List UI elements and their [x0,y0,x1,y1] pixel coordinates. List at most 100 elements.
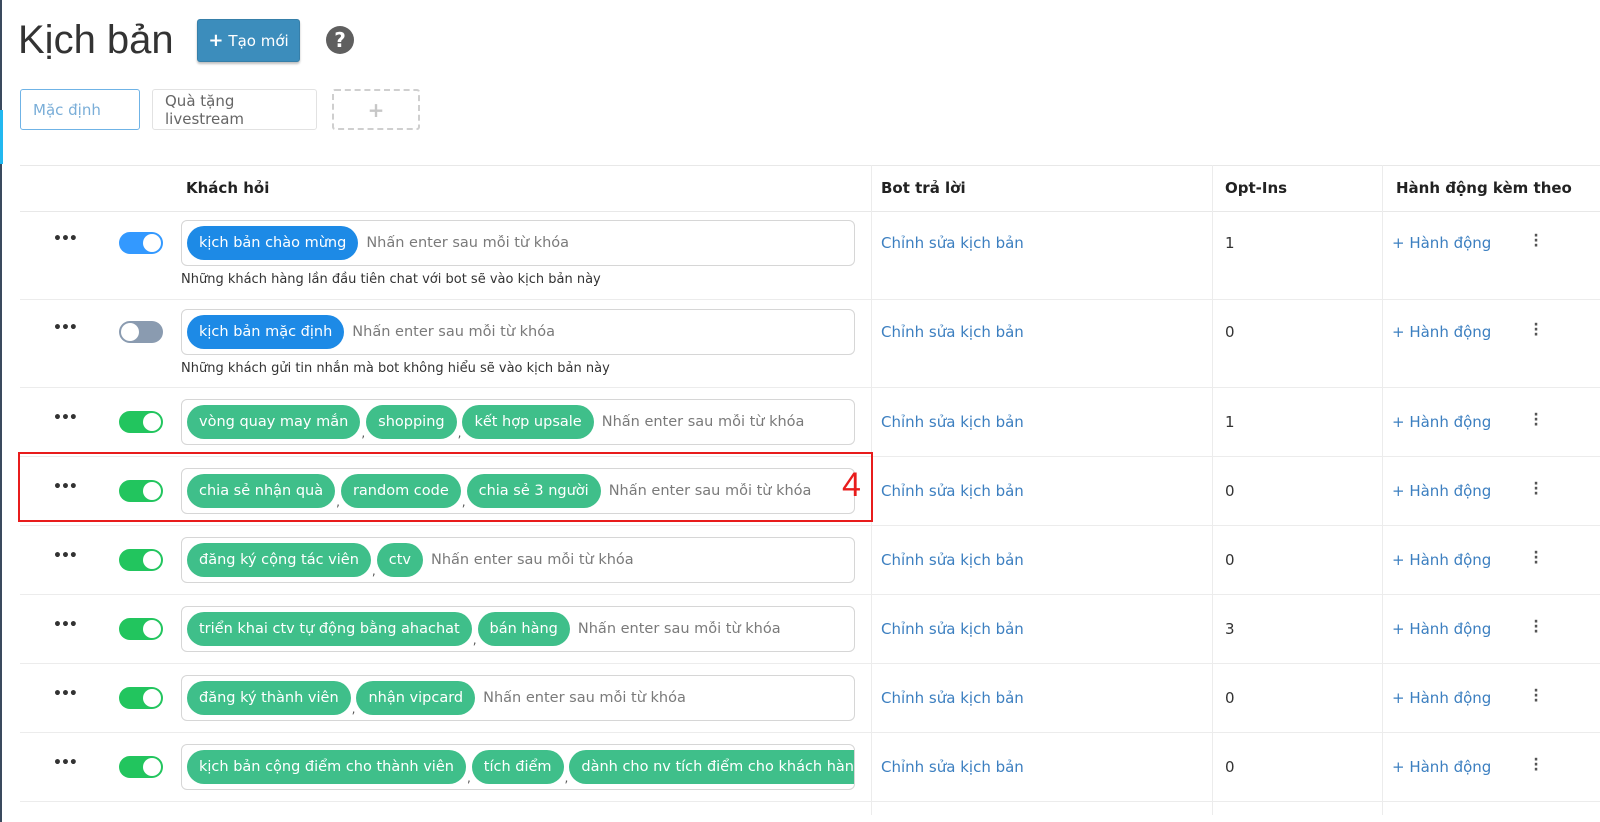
enable-toggle[interactable] [119,756,163,778]
highlight-box [18,452,873,522]
more-vertical-icon[interactable]: · · · [1532,753,1540,777]
toggle-knob [143,689,161,707]
keyword-input-box[interactable]: vòng quay may mắn, shopping, kết hợp upsal… [181,399,855,445]
table-row: ••• kịch bản mặc định Những khách gửi ti… [20,299,1600,388]
optins-count: 1 [1225,413,1235,431]
keyword-input-box[interactable]: kịch bản mặc định [181,309,855,355]
keyword-input-box[interactable]: đăng ký thành viên, nhận vipcard [181,675,855,721]
col-header-customer-asks: Khách hỏi [186,179,270,197]
enable-toggle[interactable] [119,549,163,571]
optins-count: 0 [1225,482,1235,500]
more-vertical-icon[interactable]: · · · [1532,318,1540,342]
toggle-knob [143,551,161,569]
keyword-input[interactable] [364,234,629,252]
page-title: Kịch bản [18,18,174,62]
keyword-tag[interactable]: kết hợp upsale [462,405,594,439]
plus-icon: + [208,29,224,51]
enable-toggle[interactable] [119,618,163,640]
keyword-tag[interactable]: kịch bản chào mừng [187,226,359,260]
create-new-button[interactable]: + Tạo mới [197,19,300,62]
keyword-input[interactable] [428,551,693,569]
keyword-tag[interactable]: triển khai ctv tự động bằng ahachat [187,612,472,646]
more-vertical-icon[interactable]: · · · [1532,229,1540,253]
more-vertical-icon[interactable]: · · · [1532,408,1540,432]
keyword-input-box[interactable]: kịch bản cộng điểm cho thành viên, tích đ… [181,744,855,790]
enable-toggle[interactable] [119,232,163,254]
keyword-tag[interactable]: đăng ký cộng tác viên [187,543,371,577]
toggle-knob [121,323,139,341]
tag-separator: , [371,564,376,578]
table-row: ••• đăng ký thành viên,nhận vipcard Chỉn… [20,663,1600,733]
add-action-link[interactable]: + Hành động [1392,323,1491,341]
enable-toggle[interactable] [119,321,163,343]
col-header-bot-reply: Bot trả lời [881,179,966,197]
table-row: ••• kịch bản chào mừng Những khách hàng … [20,210,1600,300]
add-action-link[interactable]: + Hành động [1392,689,1491,707]
toggle-knob [143,620,161,638]
enable-toggle[interactable] [119,411,163,433]
keyword-tag[interactable]: shopping [366,405,457,439]
add-action-link[interactable]: + Hành động [1392,620,1491,638]
keyword-input-box[interactable]: kịch bản chào mừng [181,220,855,266]
keyword-input[interactable] [481,689,746,707]
table-row: ••• vòng quay may mắn, shopping, kết hợp u… [20,387,1600,457]
edit-scenario-link[interactable]: Chỉnh sửa kịch bản [881,620,1024,638]
add-action-link[interactable]: + Hành động [1392,551,1491,569]
tab-livestream-gift[interactable]: Quà tặng livestream [152,89,317,130]
row-menu-icon[interactable]: ••• [53,686,78,702]
row-menu-icon[interactable]: ••• [53,320,78,336]
add-action-link[interactable]: + Hành động [1392,413,1491,431]
tag-separator: , [351,702,356,716]
keyword-input-box[interactable]: triển khai ctv tự động bằng ahachat, bán … [181,606,855,652]
more-vertical-icon[interactable]: · · · [1532,477,1540,501]
row-menu-icon[interactable]: ••• [53,617,78,633]
row-menu-icon[interactable]: ••• [53,231,78,247]
keyword-tag[interactable]: kịch bản mặc định [187,315,345,349]
keyword-tag[interactable]: ctv [376,543,423,577]
add-action-link[interactable]: + Hành động [1392,758,1491,776]
optins-count: 0 [1225,323,1235,341]
keyword-tag[interactable]: đăng ký thành viên [187,681,351,715]
tab-default[interactable]: Mặc định [20,89,140,130]
more-vertical-icon[interactable]: · · · [1532,615,1540,639]
create-new-label: Tạo mới [228,31,289,50]
optins-count: 3 [1225,620,1235,638]
scenario-description: Những khách hàng lần đầu tiên chat với b… [181,272,601,287]
row-menu-icon[interactable]: ••• [53,410,78,426]
edit-scenario-link[interactable]: Chỉnh sửa kịch bản [881,323,1024,341]
toggle-knob [143,234,161,252]
table-header: Khách hỏi Bot trả lời Opt-Ins Hành động … [20,165,1600,212]
keyword-input[interactable] [575,620,840,638]
keyword-tag[interactable]: bán hàng [477,612,570,646]
edit-scenario-link[interactable]: Chỉnh sửa kịch bản [881,689,1024,707]
keyword-input-box[interactable]: đăng ký cộng tác viên, ctv [181,537,855,583]
help-icon[interactable]: ? [326,26,354,54]
tag-separator: , [564,771,569,785]
edit-scenario-link[interactable]: Chỉnh sửa kịch bản [881,482,1024,500]
keyword-input[interactable] [599,413,854,431]
edit-scenario-link[interactable]: Chỉnh sửa kịch bản [881,758,1024,776]
row-menu-icon[interactable]: ••• [53,548,78,564]
enable-toggle[interactable] [119,687,163,709]
edit-scenario-link[interactable]: Chỉnh sửa kịch bản [881,551,1024,569]
edit-scenario-link[interactable]: Chỉnh sửa kịch bản [881,413,1024,431]
toggle-knob [143,758,161,776]
add-tab-button[interactable]: + [332,89,420,130]
tag-separator: , [472,633,477,647]
keyword-tag[interactable]: nhận vipcard [356,681,476,715]
add-action-link[interactable]: + Hành động [1392,482,1491,500]
row-menu-icon[interactable]: ••• [53,755,78,771]
table-row: ••• kịch bản cộng điểm cho thành viên, tí… [20,732,1600,802]
tag-separator: , [361,426,366,440]
keyword-tag[interactable]: kịch bản cộng điểm cho thành viên [187,750,466,784]
keyword-tag[interactable]: vòng quay may mắn [187,405,361,439]
more-vertical-icon[interactable]: · · · [1532,546,1540,570]
add-action-link[interactable]: + Hành động [1392,234,1491,252]
optins-count: 1 [1225,234,1235,252]
keyword-input[interactable] [350,323,615,341]
optins-count: 0 [1225,551,1235,569]
keyword-tag[interactable]: tích điểm [471,750,564,784]
keyword-tag[interactable]: dành cho nv tích điểm cho khách hàng [569,750,854,784]
edit-scenario-link[interactable]: Chỉnh sửa kịch bản [881,234,1024,252]
more-vertical-icon[interactable]: · · · [1532,684,1540,708]
